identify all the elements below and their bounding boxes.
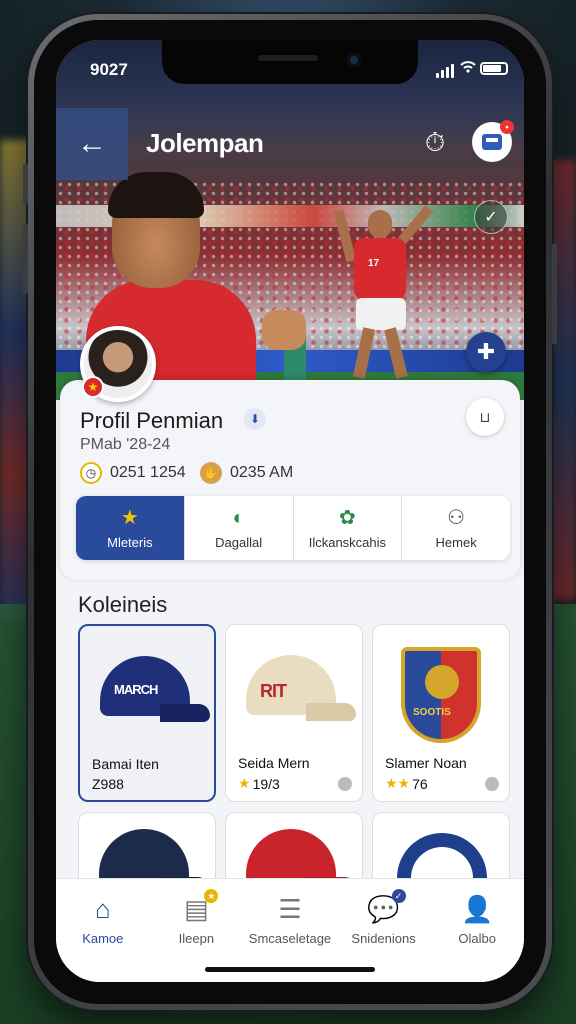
speaker-grille <box>258 55 318 61</box>
chat-icon: 💬 ✓ <box>367 889 406 925</box>
item-value: ★★ 76 <box>385 775 428 792</box>
collection-item[interactable]: RIT Seida Mern ★ 19/3 <box>225 624 363 802</box>
stat-value: 0235 AM <box>230 464 294 481</box>
tab-label: Mleteris <box>107 534 153 550</box>
list-icon: ☰ <box>278 893 302 924</box>
nav-label: Ileepn <box>178 931 215 946</box>
flag-icon: ★ <box>82 376 104 398</box>
nav-item-home[interactable]: ⌂ Kamoe <box>58 893 148 982</box>
front-camera <box>347 53 361 67</box>
tab-dagallal[interactable]: ◐ Dagallal <box>185 496 294 560</box>
notification-badge: • <box>500 120 514 134</box>
item-status-dot <box>338 777 352 791</box>
phone-power-button <box>552 244 557 344</box>
bookmark-button[interactable]: ⊔ <box>466 398 504 436</box>
item-name: Seida Mern <box>238 755 310 771</box>
tab-label: Ilckanskcahis <box>308 534 387 550</box>
profile-meta: PMab '28-24 <box>80 436 171 453</box>
nav-badge: ★ <box>204 889 219 903</box>
item-value: Z988 <box>92 776 124 792</box>
leaf-icon: ◐ <box>232 506 245 529</box>
puzzle-button[interactable]: ✚ <box>466 332 506 372</box>
tab-hemek[interactable]: ⚇ Hemek <box>402 496 510 560</box>
phone-bezel: 17 9027 ← Jolempan ⏱ • ✓ ✚ Profil Penmia… <box>34 20 546 1004</box>
timer-button[interactable]: ⏱ <box>418 126 452 160</box>
group-icon: ✿ <box>338 506 356 529</box>
status-bar: 9027 <box>56 40 524 88</box>
profile-tabs: ★ Mleteris ◐ Dagallal ✿ Ilckanskcahis ⚇ … <box>76 496 510 560</box>
gamepad-icon: ⚇ <box>447 506 466 529</box>
phone-side-button <box>23 164 28 204</box>
battery-icon <box>480 62 508 75</box>
wifi-icon <box>460 61 476 73</box>
nav-label: Kamoe <box>82 931 124 946</box>
cap-image: MARCH <box>100 656 210 726</box>
crest-image: SOOTIS <box>401 647 481 743</box>
nav-label: Snidenions <box>351 931 416 946</box>
item-name: Bamai Iten <box>92 756 159 772</box>
shield-check-icon: ✓ <box>484 209 498 226</box>
status-time: 9027 <box>90 60 128 79</box>
profile-name: Profil Penmian <box>80 408 224 433</box>
item-value: ★ 19/3 <box>238 775 280 792</box>
nav-badge: ✓ <box>391 889 406 903</box>
player-celebrating: 17 <box>333 205 433 400</box>
star-icon: ★ <box>120 506 139 529</box>
collection-item[interactable]: SOOTIS Slamer Noan ★★ 76 <box>372 624 510 802</box>
tab-label: Dagallal <box>215 534 263 550</box>
camera-notch <box>162 40 418 84</box>
page-title: Jolempan <box>146 128 264 158</box>
notification-button[interactable]: • <box>472 120 514 162</box>
app-screen: 17 9027 ← Jolempan ⏱ • ✓ ✚ Profil Penmia… <box>56 40 524 982</box>
shield-check-button[interactable]: ✓ <box>474 200 508 234</box>
document-star-icon: ▤ ★ <box>180 889 219 925</box>
tab-mleteris[interactable]: ★ Mleteris <box>76 496 185 560</box>
back-button[interactable]: ← <box>56 108 128 180</box>
app-header: ← Jolempan ⏱ • <box>56 108 524 180</box>
cap-image: RIT <box>246 655 356 725</box>
hand-icon: ✋ <box>200 462 222 484</box>
collection-item[interactable]: MARCH Bamai Iten Z988 <box>78 624 216 802</box>
timer-icon: ⏱ <box>424 127 446 157</box>
clock-icon: ◷ <box>80 462 102 484</box>
collection-title: Koleineis <box>78 592 168 617</box>
arrow-left-icon: ← <box>77 127 107 160</box>
phone-volume-button <box>23 224 28 294</box>
tab-ilckanskcahis[interactable]: ✿ Ilckanskcahis <box>294 496 403 560</box>
item-status-dot <box>485 777 499 791</box>
star-icon: ★★ <box>385 775 411 791</box>
stat-value: 0251 1254 <box>110 464 186 481</box>
item-name: Slamer Noan <box>385 755 467 771</box>
nav-label: Olalbo <box>458 931 496 946</box>
verified-icon[interactable]: ⬇ <box>244 408 266 430</box>
signal-icon <box>436 64 454 78</box>
profile-card: Profil Penmian ⬇ PMab '28-24 ◷ 0251 1254… <box>60 380 520 580</box>
phone-frame: 17 9027 ← Jolempan ⏱ • ✓ ✚ Profil Penmia… <box>23 14 557 1010</box>
home-indicator[interactable] <box>205 967 375 972</box>
puzzle-icon: ✚ <box>476 339 496 364</box>
nav-item-olalbo[interactable]: 👤 Olalbo <box>432 893 522 982</box>
home-icon: ⌂ <box>94 893 111 924</box>
tab-label: Hemek <box>435 534 477 550</box>
profile-stat: ✋ 0235 AM <box>200 462 293 484</box>
profile-stat: ◷ 0251 1254 <box>80 462 186 484</box>
nav-label: Smcaseletage <box>248 931 332 946</box>
bookmark-icon: ⊔ <box>479 408 491 425</box>
user-icon: 👤 <box>460 893 494 924</box>
star-icon: ★ <box>238 775 251 791</box>
inbox-icon <box>482 134 502 150</box>
